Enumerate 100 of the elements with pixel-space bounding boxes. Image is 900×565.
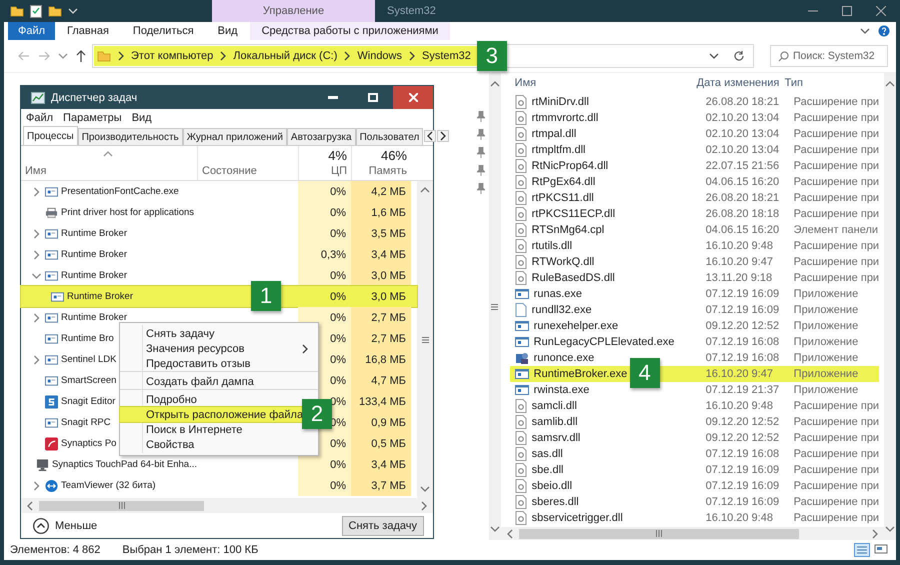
modified-date: 07.12.19 16:08: [706, 448, 780, 460]
modified-date: 22.07.15 21:56: [706, 160, 780, 172]
file-name: rwinsta.exe: [534, 384, 590, 396]
file-type: Расширение при: [794, 128, 880, 140]
file-type: Приложение: [794, 336, 860, 348]
modified-date: 16.10.20 9:47: [706, 256, 774, 268]
file-type: Расширение при: [794, 400, 880, 412]
file-type: Расширение при: [794, 416, 880, 428]
file-type: Приложение: [794, 352, 860, 364]
file-name: samcli.dll: [532, 400, 577, 412]
selection-info: Выбран 1 элемент: 100 КБ: [122, 544, 258, 556]
file-type: Приложение: [794, 304, 860, 316]
file-name: rtutils.dll: [532, 240, 572, 252]
modified-date: 09.12.20 12:52: [706, 432, 780, 444]
file-name: sbeio.dll: [532, 480, 572, 492]
process-name: Synaptics TouchPad 64-bit Enha...: [52, 459, 197, 470]
modified-date: 26.08.20 18:21: [706, 192, 780, 204]
file-name: RunLegacyCPLElevated.exe: [534, 336, 674, 348]
memory-cell: 4,2 МБ: [351, 181, 411, 202]
process-name: Print driver host for applications: [61, 207, 194, 218]
process-name: TeamViewer (32 бита): [61, 480, 156, 491]
item-count: Элементов: 4 862: [10, 544, 100, 556]
file-name: RuntimeBroker.exe: [534, 368, 628, 380]
file-type: Расширение при: [794, 448, 880, 460]
modified-date: 07.12.19 16:09: [706, 480, 780, 492]
file-type: Расширение при: [794, 192, 880, 204]
file-name: runexehelper.exe: [534, 320, 618, 332]
file-name: rtMiniDrv.dll: [532, 96, 589, 108]
memory-cell: 133,4 МБ: [351, 391, 411, 412]
modified-date: 13.11.20 9:18: [706, 272, 774, 284]
modified-date: 02.10.20 13:04: [706, 144, 780, 156]
modified-date: 07.12.19 16:09: [706, 496, 780, 508]
cpu-cell: 0%: [298, 475, 351, 496]
file-type: Расширение при: [794, 160, 880, 172]
file-type: Приложение: [794, 320, 860, 332]
modified-date: 04.06.15 16:20: [706, 224, 780, 236]
memory-cell: 0,9 МБ: [351, 412, 411, 433]
file-name: runonce.exe: [534, 352, 594, 364]
modified-date: 04.06.15 16:20: [706, 176, 780, 188]
file-type: Расширение при: [794, 96, 880, 108]
process-name: Runtime Broker: [61, 249, 127, 260]
modified-date: 07.12.19 16:08: [706, 352, 780, 364]
memory-cell: 3,5 МБ: [351, 223, 411, 244]
file-name: sbservicetrigger.dll: [532, 512, 623, 524]
cpu-cell: 0%: [298, 454, 351, 475]
file-type: Расширение при: [794, 208, 880, 220]
callout-tooltip: 3: [476, 41, 507, 71]
cpu-cell-text: 0%: [329, 290, 347, 304]
process-name: Snagit RPC: [61, 417, 111, 428]
file-type: Расширение при: [794, 256, 880, 268]
memory-cell: 3,0 МБ: [351, 265, 411, 286]
modified-date: 16.10.20 9:48: [706, 240, 774, 252]
file-name: rtmmvrortc.dll: [532, 112, 598, 124]
file-type: Расширение при: [794, 432, 880, 444]
memory-cell: 3,7 МБ: [351, 475, 411, 496]
file-type: Расширение при: [794, 144, 880, 156]
cpu-cell: 0%: [298, 265, 351, 286]
file-type: Элемент панели: [794, 224, 880, 236]
file-name: RTSnMg64.cpl: [532, 224, 604, 236]
file-type: Приложение: [794, 368, 860, 380]
process-name: Runtime Broker: [61, 228, 127, 239]
file-name: RtNicProp64.dll: [532, 160, 608, 172]
modified-date: 16.10.20 9:48: [706, 400, 774, 412]
modified-date: 07.12.19 16:09: [706, 288, 780, 300]
process-name: PresentationFontCache.exe: [61, 186, 179, 197]
file-type: Расширение при: [794, 496, 880, 508]
modified-date: 07.12.19 21:37: [706, 384, 780, 396]
cpu-cell: 0%: [298, 181, 351, 202]
file-type: Расширение при: [794, 480, 880, 492]
modified-date: 09.12.20 12:52: [706, 416, 780, 428]
file-type: Приложение: [794, 288, 860, 300]
callout-tooltip: 2: [302, 399, 332, 429]
callout-tooltip: 1: [251, 281, 281, 311]
memory-cell: 2,7 МБ: [351, 307, 411, 328]
file-name: rtmpal.dll: [532, 128, 576, 140]
modified-date: 02.10.20 13:04: [706, 112, 780, 124]
memory-cell-text: 3,0 МБ: [370, 290, 407, 304]
modified-date: 07.12.19 16:09: [706, 464, 780, 476]
cpu-cell: 0%: [298, 223, 351, 244]
file-name: RtPgEx64.dll: [532, 176, 596, 188]
memory-cell: 16,8 МБ: [351, 349, 411, 370]
process-name: SmartScreen: [61, 375, 116, 386]
modified-date: 02.10.20 13:04: [706, 128, 780, 140]
file-type: Расширение при: [794, 464, 880, 476]
file-type: Расширение при: [794, 176, 880, 188]
cpu-total: 4%: [328, 148, 347, 163]
process-name: Runtime Broker: [67, 291, 133, 302]
file-type: Приложение: [794, 384, 860, 396]
file-type: Расширение при: [794, 272, 880, 284]
memory-cell: 4,7 МБ: [351, 370, 411, 391]
file-type: Расширение при: [794, 240, 880, 252]
cpu-cell: 0,3%: [298, 244, 351, 265]
memory-cell: 3,4 МБ: [351, 244, 411, 265]
process-name: Runtime Broker: [61, 312, 127, 323]
file-name: samlib.dll: [532, 416, 578, 428]
file-type: Расширение при: [794, 112, 880, 124]
file-name: sas.dll: [532, 448, 563, 460]
modified-date: 26.08.20 18:21: [706, 96, 780, 108]
file-name: sberes.dll: [532, 496, 579, 508]
process-name: Synaptics Po: [61, 438, 116, 449]
